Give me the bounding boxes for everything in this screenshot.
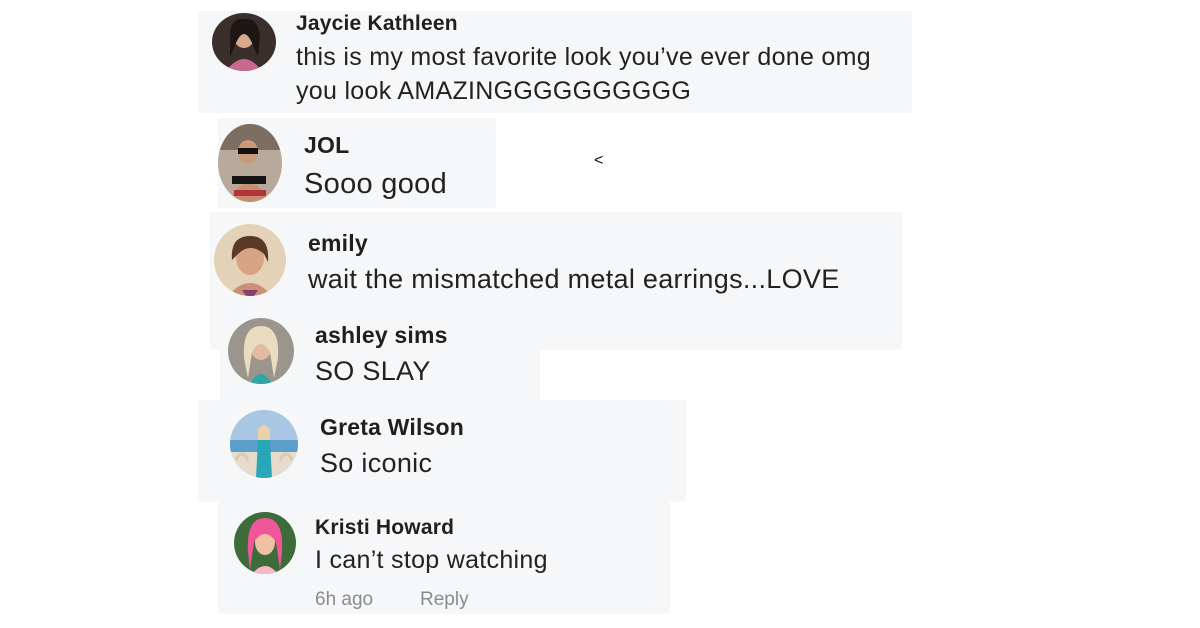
avatar[interactable] bbox=[234, 512, 296, 574]
comment-card-greta-wilson: Greta Wilson So iconic bbox=[198, 400, 686, 502]
comment-text: So iconic bbox=[320, 448, 433, 478]
comment-author[interactable]: ashley sims bbox=[315, 322, 448, 349]
avatar[interactable] bbox=[230, 410, 298, 478]
comment-text: I can’t stop watching bbox=[315, 546, 548, 574]
comment-card-emily: emily wait the mismatched metal earrings… bbox=[210, 212, 902, 350]
comment-text: wait the mismatched metal earrings...LOV… bbox=[308, 264, 840, 294]
stray-glyph: < bbox=[594, 152, 604, 169]
comment-author[interactable]: Greta Wilson bbox=[320, 414, 464, 441]
avatar[interactable] bbox=[214, 224, 286, 296]
comment-text: SO SLAY bbox=[315, 356, 431, 386]
comment-timestamp: 6h ago bbox=[315, 589, 374, 610]
avatar[interactable] bbox=[212, 13, 276, 71]
comment-card-jol: JOL Sooo good bbox=[218, 118, 496, 208]
profile-photo-icon bbox=[212, 13, 276, 71]
comment-card-kristi-howard: Kristi Howard I can’t stop watching 6h a… bbox=[218, 502, 670, 614]
comment-text: this is my most favorite look you’ve eve… bbox=[296, 43, 871, 71]
avatar[interactable] bbox=[218, 124, 282, 202]
profile-photo-icon bbox=[228, 318, 294, 384]
comment-author[interactable]: emily bbox=[308, 230, 368, 257]
comment-card-jaycie-kathleen: Jaycie Kathleen this is my most favorite… bbox=[198, 11, 912, 113]
profile-photo-icon bbox=[234, 512, 296, 574]
profile-photo-icon bbox=[230, 410, 298, 478]
reply-button[interactable]: Reply bbox=[420, 589, 469, 611]
comment-author[interactable]: JOL bbox=[304, 132, 349, 159]
profile-photo-icon bbox=[214, 224, 286, 296]
comment-author[interactable]: Kristi Howard bbox=[315, 516, 454, 540]
comment-author[interactable]: Jaycie Kathleen bbox=[296, 12, 458, 36]
avatar[interactable] bbox=[228, 318, 294, 384]
comment-text: Sooo good bbox=[304, 168, 447, 200]
profile-photo-icon bbox=[218, 124, 282, 202]
comment-text: you look AMAZINGGGGGGGGGG bbox=[296, 77, 692, 105]
